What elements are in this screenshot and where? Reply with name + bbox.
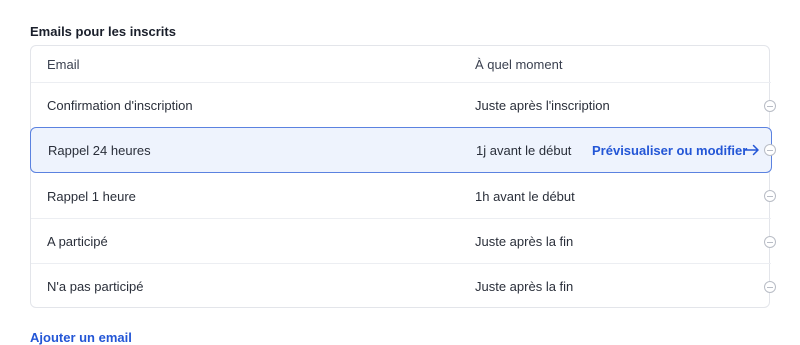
table-row[interactable]: Rappel 1 heure 1h avant le début <box>31 173 776 219</box>
column-header-when: À quel moment <box>475 56 563 72</box>
table-row-selected[interactable]: Rappel 24 heures 1j avant le début Prévi… <box>30 127 776 173</box>
remove-circle-icon[interactable] <box>764 144 776 156</box>
emails-table: Email À quel moment Confirmation d'inscr… <box>30 45 776 309</box>
email-name: Rappel 1 heure <box>47 188 136 204</box>
table-row[interactable]: N'a pas participé Juste après la fin <box>31 263 776 309</box>
email-name: Confirmation d'inscription <box>47 98 193 113</box>
email-timing: 1j avant le début <box>476 142 572 158</box>
add-email-link[interactable]: Ajouter un email <box>30 330 132 345</box>
table-header: Email À quel moment <box>31 46 771 82</box>
remove-circle-icon[interactable] <box>764 99 776 112</box>
arrow-right-icon[interactable] <box>744 141 760 159</box>
section-title: Emails pour les inscrits <box>30 24 176 39</box>
email-timing: Juste après l'inscription <box>475 98 610 113</box>
preview-edit-link[interactable]: Prévisualiser ou modifier <box>592 143 747 158</box>
email-name: Rappel 24 heures <box>48 142 151 158</box>
column-header-email: Email <box>47 56 80 72</box>
remove-circle-icon[interactable] <box>764 190 776 202</box>
email-timing: Juste après la fin <box>475 279 574 294</box>
remove-circle-icon[interactable] <box>764 235 776 248</box>
table-row[interactable]: Confirmation d'inscription Juste après l… <box>31 82 776 128</box>
email-name: N'a pas participé <box>47 279 144 294</box>
table-row[interactable]: A participé Juste après la fin <box>31 218 776 264</box>
email-timing: 1h avant le début <box>475 188 575 204</box>
remove-circle-icon[interactable] <box>764 280 776 293</box>
email-name: A participé <box>47 234 108 249</box>
email-timing: Juste après la fin <box>475 234 574 249</box>
